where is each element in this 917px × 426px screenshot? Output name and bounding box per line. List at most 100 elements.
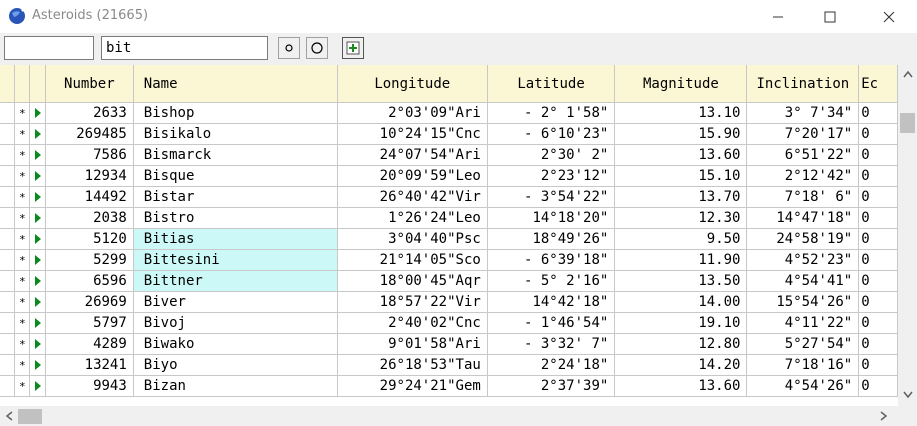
cell-magnitude[interactable]: 15.90: [614, 123, 748, 145]
table-row[interactable]: * 4289 Biwako 9°01'58"Ari - 3°32' 7" 12.80 5°2…: [0, 333, 898, 355]
maximize-button[interactable]: [807, 0, 853, 33]
scroll-down-icon[interactable]: [903, 391, 913, 399]
table-row[interactable]: * 5120 Bitias 3°04'40"Psc 18°49'26" 9.50 24°58…: [0, 228, 898, 250]
row-selector-cell[interactable]: [0, 291, 16, 313]
row-selector-cell[interactable]: [0, 354, 16, 376]
cell-latitude[interactable]: 2°23'12": [486, 165, 616, 187]
cell-longitude[interactable]: 3°04'40"Psc: [336, 228, 488, 250]
row-mark[interactable]: *: [14, 249, 31, 271]
horizontal-scrollbar[interactable]: [0, 406, 917, 426]
radio-button[interactable]: [306, 37, 328, 59]
row-mark[interactable]: *: [14, 207, 31, 229]
row-play-icon[interactable]: [29, 375, 46, 397]
cell-magnitude[interactable]: 13.10: [614, 102, 748, 124]
search-input[interactable]: [101, 36, 268, 60]
row-selector-cell[interactable]: [0, 312, 16, 334]
cell-latitude[interactable]: 18°49'26": [486, 228, 616, 250]
row-play-icon[interactable]: [29, 144, 46, 166]
cell-ec[interactable]: 0: [858, 312, 898, 334]
minimize-button[interactable]: [755, 0, 801, 33]
header-magnitude[interactable]: Magnitude: [614, 65, 748, 103]
number-filter-input[interactable]: [4, 36, 94, 60]
cell-longitude[interactable]: 18°00'45"Aqr: [336, 270, 488, 292]
row-selector-cell[interactable]: [0, 144, 16, 166]
cell-name[interactable]: Bitias: [132, 228, 338, 250]
cell-number[interactable]: 9943: [44, 375, 134, 397]
cell-ec[interactable]: 0: [858, 102, 898, 124]
cell-number[interactable]: 5299: [44, 249, 134, 271]
cell-latitude[interactable]: 2°37'39": [486, 375, 616, 397]
cell-longitude[interactable]: 26°40'42"Vir: [336, 186, 488, 208]
cell-longitude[interactable]: 10°24'15"Cnc: [336, 123, 488, 145]
row-selector-cell[interactable]: [0, 102, 16, 124]
cell-latitude[interactable]: - 1°46'54": [486, 312, 616, 334]
header-inclination[interactable]: Inclination: [746, 65, 860, 103]
cell-magnitude[interactable]: 9.50: [614, 228, 748, 250]
row-mark[interactable]: *: [14, 165, 31, 187]
cell-number[interactable]: 12934: [44, 165, 134, 187]
cell-latitude[interactable]: - 6°39'18": [486, 249, 616, 271]
cell-name[interactable]: Biwako: [132, 333, 338, 355]
cell-ec[interactable]: 0: [858, 249, 898, 271]
cell-name[interactable]: Bisque: [132, 165, 338, 187]
cell-magnitude[interactable]: 19.10: [614, 312, 748, 334]
add-column-button[interactable]: [342, 37, 364, 59]
row-selector-cell[interactable]: [0, 270, 16, 292]
row-mark[interactable]: *: [14, 312, 31, 334]
cell-longitude[interactable]: 26°18'53"Tau: [336, 354, 488, 376]
row-play-icon[interactable]: [29, 207, 46, 229]
vertical-scroll-thumb[interactable]: [900, 113, 915, 133]
row-play-icon[interactable]: [29, 165, 46, 187]
table-row[interactable]: * 13241 Biyo 26°18'53"Tau 2°24'18" 14.20 7°18'…: [0, 354, 898, 376]
cell-ec[interactable]: 0: [858, 228, 898, 250]
row-selector-cell[interactable]: [0, 249, 16, 271]
cell-number[interactable]: 2633: [44, 102, 134, 124]
cell-magnitude[interactable]: 13.50: [614, 270, 748, 292]
row-play-icon[interactable]: [29, 123, 46, 145]
row-selector-cell[interactable]: [0, 375, 16, 397]
cell-magnitude[interactable]: 13.60: [614, 375, 748, 397]
cell-name[interactable]: Biver: [132, 291, 338, 313]
table-row[interactable]: * 2038 Bistro 1°26'24"Leo 14°18'20" 12.30 14°4…: [0, 207, 898, 229]
header-name[interactable]: Name: [132, 65, 338, 103]
row-mark[interactable]: *: [14, 228, 31, 250]
table-row[interactable]: * 7586 Bismarck 24°07'54"Ari 2°30' 2" 13.60 6°…: [0, 144, 898, 166]
cell-number[interactable]: 5797: [44, 312, 134, 334]
row-mark[interactable]: *: [14, 270, 31, 292]
cell-number[interactable]: 269485: [44, 123, 134, 145]
row-selector-cell[interactable]: [0, 186, 16, 208]
header-ec[interactable]: Ec: [858, 65, 898, 103]
row-mark[interactable]: *: [14, 123, 31, 145]
cell-longitude[interactable]: 18°57'22"Vir: [336, 291, 488, 313]
cell-ec[interactable]: 0: [858, 291, 898, 313]
cell-magnitude[interactable]: 14.20: [614, 354, 748, 376]
cell-longitude[interactable]: 1°26'24"Leo: [336, 207, 488, 229]
horizontal-scroll-thumb[interactable]: [18, 409, 42, 424]
cell-inclination[interactable]: 4°54'26": [746, 375, 860, 397]
cell-name[interactable]: Bishop: [132, 102, 338, 124]
cell-name[interactable]: Biyo: [132, 354, 338, 376]
cell-number[interactable]: 2038: [44, 207, 134, 229]
cell-name[interactable]: Bistar: [132, 186, 338, 208]
cell-inclination[interactable]: 7°20'17": [746, 123, 860, 145]
cell-magnitude[interactable]: 13.60: [614, 144, 748, 166]
cell-latitude[interactable]: 2°30' 2": [486, 144, 616, 166]
cell-inclination[interactable]: 14°47'18": [746, 207, 860, 229]
row-play-icon[interactable]: [29, 228, 46, 250]
vertical-scrollbar[interactable]: [898, 65, 917, 406]
row-play-icon[interactable]: [29, 333, 46, 355]
cell-latitude[interactable]: 14°18'20": [486, 207, 616, 229]
cell-inclination[interactable]: 3° 7'34": [746, 102, 860, 124]
cell-number[interactable]: 5120: [44, 228, 134, 250]
row-mark[interactable]: *: [14, 102, 31, 124]
cell-longitude[interactable]: 20°09'59"Leo: [336, 165, 488, 187]
cell-magnitude[interactable]: 12.30: [614, 207, 748, 229]
cell-inclination[interactable]: 4°54'41": [746, 270, 860, 292]
cell-longitude[interactable]: 2°40'02"Cnc: [336, 312, 488, 334]
cell-latitude[interactable]: - 6°10'23": [486, 123, 616, 145]
table-row[interactable]: * 5299 Bittesini 21°14'05"Sco - 6°39'18" 11.9…: [0, 249, 898, 271]
cell-number[interactable]: 7586: [44, 144, 134, 166]
cell-ec[interactable]: 0: [858, 144, 898, 166]
cell-longitude[interactable]: 9°01'58"Ari: [336, 333, 488, 355]
cell-inclination[interactable]: 6°51'22": [746, 144, 860, 166]
